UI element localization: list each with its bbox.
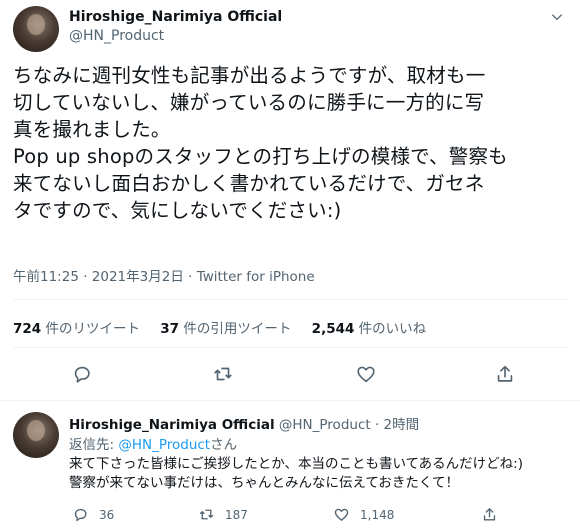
tweet-actions [0,363,580,389]
likes-stat[interactable]: 2,544 件のいいね [312,317,427,337]
divider [13,347,568,348]
more-options-icon[interactable] [548,10,566,24]
quotes-label: 件の引用ツイート [179,321,292,337]
retweet-icon[interactable] [212,363,234,385]
like-icon[interactable] [355,363,377,385]
tweet-source[interactable]: Twitter for iPhone [197,269,315,285]
reply-author-name[interactable]: Hiroshige_Narimiya Official [69,417,275,433]
quotes-count: 37 [160,321,180,337]
reply-prefix: 返信先: [69,437,119,453]
reply-time-separator: · [370,417,384,433]
reply-icon [74,508,87,522]
reply-likes-count: 1,148 [360,507,395,522]
tweet-timestamp[interactable]: 午前11:25 · 2021年3月2日 [13,269,184,285]
reply-author-handle[interactable]: @HN_Product [275,417,371,433]
author-name[interactable]: Hiroshige_Narimiya Official [69,9,282,25]
reply-mention[interactable]: @HN_Product [118,437,210,453]
meta-separator: · [183,269,197,285]
reply-suffix: さん [210,437,238,453]
reply-retweet-button[interactable]: 187 [198,506,248,523]
reply-text: 来て下さった皆様にご挨拶したとか、本当のことも書いてあるんだけどね:) 警察が来… [69,456,523,491]
reply-header: Hiroshige_Narimiya Official @HN_Product … [69,413,419,433]
reply-time[interactable]: 2時間 [384,417,420,433]
tweet-text: ちなみに週刊女性も記事が出るようですが、取材も一 切していないし、嫌がっているの… [13,64,508,222]
author-handle[interactable]: @HN_Product [69,28,164,44]
divider [0,400,580,401]
tweet-meta: 午前11:25 · 2021年3月2日 · Twitter for iPhone [13,265,315,285]
reply-like-button[interactable]: 1,148 [333,506,394,523]
share-icon[interactable] [494,363,516,385]
retweets-stat[interactable]: 724 件のリツイート [13,317,140,337]
divider [13,299,568,300]
reply-reply-button[interactable]: 36 [72,506,114,523]
author-avatar[interactable] [13,6,59,52]
reply-actions: 36 187 1,148 [0,506,580,526]
quotes-stat[interactable]: 37 件の引用ツイート [160,317,291,337]
retweet-icon [199,509,214,520]
share-icon [483,508,496,521]
replying-to: 返信先: @HN_Productさん [69,433,237,453]
reply-icon[interactable] [71,363,93,385]
tweet-stats: 724 件のリツイート 37 件の引用ツイート 2,544 件のいいね [13,317,442,337]
likes-label: 件のいいね [354,321,427,337]
reply-author-avatar[interactable] [13,412,59,458]
reply-replies-count: 36 [99,507,115,522]
reply-share-button[interactable] [481,506,498,523]
likes-count: 2,544 [311,321,355,337]
reply-retweets-count: 187 [225,507,248,522]
retweets-count: 724 [13,321,42,337]
like-icon [334,508,349,521]
retweets-label: 件のリツイート [41,321,140,337]
